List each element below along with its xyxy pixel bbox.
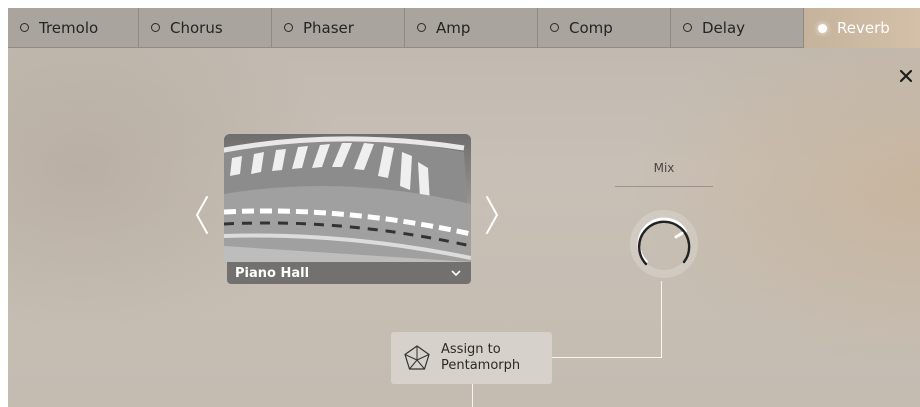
mix-knob-graphic bbox=[630, 210, 698, 278]
connection-line bbox=[472, 384, 473, 407]
mix-knob[interactable] bbox=[626, 206, 702, 282]
mix-divider bbox=[615, 186, 713, 187]
tab-amp[interactable]: Amp bbox=[405, 8, 538, 48]
chevron-left-icon bbox=[195, 196, 208, 234]
tab-label: Tremolo bbox=[39, 18, 99, 37]
reverb-panel: Tremolo Chorus Phaser Amp Comp Delay Rev… bbox=[8, 8, 920, 407]
knob-pointer bbox=[674, 231, 684, 239]
assign-to-pentamorph-button[interactable]: Assign to Pentamorph bbox=[391, 332, 552, 384]
tab-label: Comp bbox=[569, 18, 613, 37]
assign-label-line1: Assign to bbox=[441, 342, 501, 357]
led-indicator-icon bbox=[550, 23, 559, 32]
tab-label: Amp bbox=[436, 18, 471, 37]
preset-selector[interactable]: Piano Hall bbox=[227, 262, 471, 284]
tab-comp[interactable]: Comp bbox=[538, 8, 671, 48]
next-preset-button[interactable] bbox=[481, 193, 503, 237]
assign-label: Assign to Pentamorph bbox=[441, 342, 520, 374]
led-indicator-icon bbox=[20, 23, 29, 32]
mix-label: Mix bbox=[653, 161, 675, 175]
preset-image[interactable] bbox=[224, 134, 471, 262]
close-icon bbox=[899, 69, 913, 83]
connection-line bbox=[552, 357, 662, 358]
pentagon-icon bbox=[404, 345, 430, 370]
tab-label: Delay bbox=[702, 18, 746, 37]
led-indicator-icon bbox=[818, 23, 827, 33]
concert-hall-image bbox=[224, 134, 471, 262]
tab-label: Reverb bbox=[837, 19, 890, 37]
led-indicator-icon bbox=[284, 23, 293, 32]
connection-line bbox=[661, 281, 662, 358]
chevron-right-icon bbox=[486, 196, 499, 234]
tab-delay[interactable]: Delay bbox=[671, 8, 804, 48]
close-button[interactable] bbox=[896, 66, 916, 86]
led-indicator-icon bbox=[417, 23, 426, 32]
tab-label: Chorus bbox=[170, 18, 223, 37]
effects-tab-bar: Tremolo Chorus Phaser Amp Comp Delay Rev… bbox=[8, 8, 920, 48]
chevron-down-icon bbox=[451, 270, 461, 276]
previous-preset-button[interactable] bbox=[191, 193, 213, 237]
tab-phaser[interactable]: Phaser bbox=[272, 8, 405, 48]
tab-chorus[interactable]: Chorus bbox=[139, 8, 272, 48]
tab-label: Phaser bbox=[303, 18, 354, 37]
led-indicator-icon bbox=[683, 23, 692, 32]
tab-reverb[interactable]: Reverb bbox=[804, 8, 920, 48]
assign-label-line2: Pentamorph bbox=[441, 358, 521, 373]
knob-ring bbox=[637, 220, 691, 266]
tab-tremolo[interactable]: Tremolo bbox=[8, 8, 139, 48]
led-indicator-icon bbox=[151, 23, 160, 32]
preset-name: Piano Hall bbox=[235, 265, 310, 281]
